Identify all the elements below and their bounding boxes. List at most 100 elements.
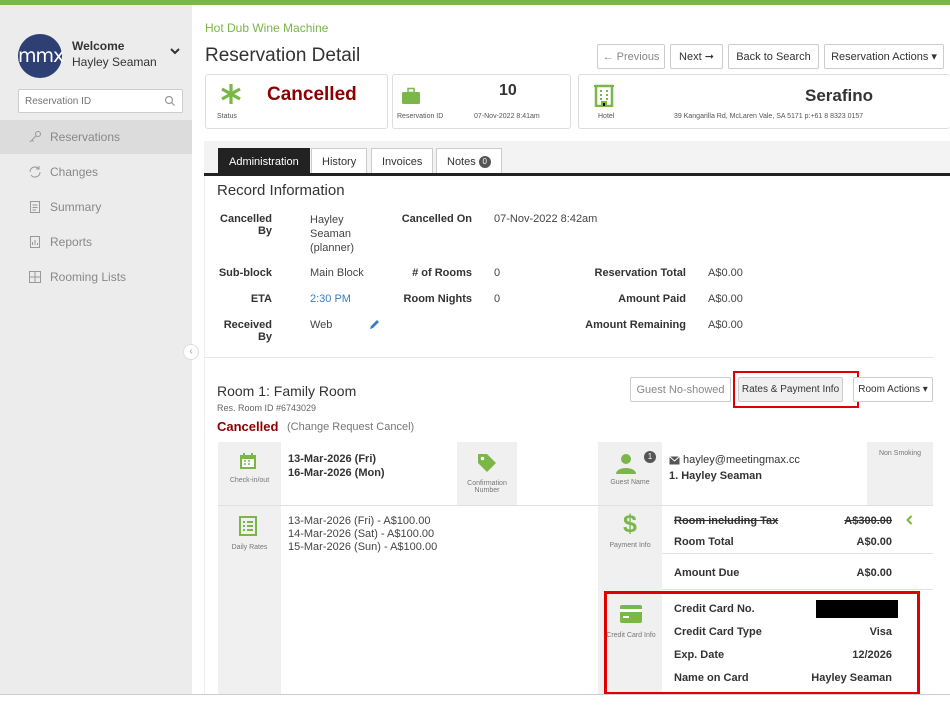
room-actions-button[interactable]: Room Actions ▾: [853, 377, 933, 402]
welcome-label: Welcome: [72, 39, 125, 53]
room-nights-label: Room Nights: [403, 293, 472, 305]
tab-label: Administration: [229, 155, 299, 168]
check-out-date: 16-Mar-2026 (Mon): [288, 467, 385, 479]
sidebar-item-summary[interactable]: Summary: [0, 190, 192, 224]
divider: [204, 357, 934, 358]
room-incl-tax-value: A$300.00: [844, 515, 892, 527]
key-icon: [29, 131, 41, 143]
amount-paid-value: A$0.00: [708, 293, 743, 305]
record-information-title: Record Information: [217, 182, 345, 199]
amount-paid-label: Amount Paid: [618, 293, 686, 305]
hotel-card: Hotel Serafino 39 Kangarilla Rd, McLaren…: [578, 74, 950, 129]
sub-block-value: Main Block: [310, 267, 364, 279]
app-name[interactable]: Hot Dub Wine Machine: [205, 21, 328, 35]
highlight-rates-button: [733, 371, 859, 408]
daily-rate-line: 13-Mar-2026 (Fri) - A$100.00: [288, 515, 431, 527]
received-by-label: Received By: [223, 319, 272, 343]
row-divider: [218, 505, 933, 506]
tab-history[interactable]: History: [311, 148, 368, 174]
room-incl-tax-label: Room including Tax: [674, 515, 779, 527]
tab-invoices[interactable]: Invoices: [371, 148, 434, 174]
refresh-icon: [29, 166, 41, 178]
sidebar-item-label: Changes: [50, 165, 99, 179]
envelope-icon: [669, 456, 680, 465]
notes-count-badge: 0: [478, 155, 491, 168]
sidebar-item-label: Reports: [50, 235, 93, 249]
cancelled-on-value: 07-Nov-2022 8:42am: [494, 213, 598, 225]
back-to-search-button[interactable]: Back to Search: [728, 44, 819, 69]
document-icon: [30, 201, 40, 213]
previous-button[interactable]: ← Previous: [597, 44, 665, 69]
confirmation-caption: Confirmation Number: [467, 480, 507, 494]
eta-label: ETA: [250, 293, 272, 305]
smoking-preference: Non Smoking: [878, 450, 922, 457]
sidebar-item-label: Reservations: [50, 130, 121, 144]
guest-no-showed-button[interactable]: Guest No-showed: [630, 377, 731, 402]
next-button[interactable]: Next ➞: [670, 44, 723, 69]
asterisk-icon: [221, 84, 241, 104]
sidebar-item-changes[interactable]: Changes: [0, 155, 192, 189]
sidebar-item-reservations[interactable]: Reservations: [0, 120, 192, 154]
guest-email[interactable]: hayley@meetingmax.cc: [683, 454, 800, 466]
cancelled-by-label: Cancelled By: [220, 213, 272, 237]
amount-due-label: Amount Due: [674, 567, 740, 579]
highlight-credit-card-info: [604, 591, 920, 695]
res-room-id: Res. Room ID #6743029: [217, 403, 317, 413]
status-card: Status Cancelled: [205, 74, 388, 129]
sidebar-item-reports[interactable]: Reports: [0, 225, 192, 259]
reservation-total-label: Reservation Total: [594, 267, 687, 279]
bottom-edge: [0, 694, 950, 705]
room-nights-value: 0: [494, 293, 501, 305]
room-title: Room 1: Family Room: [217, 383, 357, 399]
room-status-note: (Change Request Cancel): [287, 421, 415, 433]
tab-administration[interactable]: Administration: [218, 148, 310, 174]
chevron-down-icon[interactable]: [168, 44, 182, 58]
payment-info-caption: Payment Info: [609, 542, 651, 549]
sub-block-label: Sub-block: [218, 267, 272, 279]
amount-due-value: A$0.00: [856, 567, 892, 579]
building-icon: [594, 84, 614, 107]
tab-notes[interactable]: Notes 0: [436, 148, 502, 174]
calendar-icon: [240, 453, 256, 469]
daily-rate-line: 15-Mar-2026 (Sun) - A$100.00: [288, 541, 438, 553]
reservation-id-input[interactable]: [19, 90, 149, 112]
row-divider: [662, 553, 933, 554]
status-caption: Status: [217, 113, 237, 120]
rooming-list-icon: [29, 271, 41, 283]
tab-label: Notes: [447, 155, 476, 168]
guest-name-caption: Guest Name: [610, 479, 650, 486]
search-icon[interactable]: [164, 95, 176, 107]
list-icon: [239, 516, 257, 536]
chevron-left-icon[interactable]: [905, 515, 914, 525]
reservation-actions-button[interactable]: Reservation Actions ▾: [824, 44, 944, 69]
reservation-search: [18, 89, 183, 113]
status-value: Cancelled: [267, 84, 357, 105]
room-status: Cancelled: [217, 419, 279, 434]
briefcase-icon: [402, 87, 420, 104]
report-icon: [30, 236, 40, 248]
sidebar-item-label: Summary: [50, 200, 102, 214]
eta-value[interactable]: 2:30 PM: [310, 293, 351, 305]
avatar[interactable]: mmx: [18, 34, 64, 78]
check-in-caption: Check-in/out: [229, 477, 270, 484]
page-title: Reservation Detail: [205, 45, 361, 66]
user-icon: [616, 454, 636, 474]
guest-name: 1. Hayley Seaman: [669, 470, 762, 482]
guest-count-badge: 1: [644, 451, 656, 463]
rooms-label: # of Rooms: [412, 267, 472, 279]
rooms-value: 0: [494, 267, 501, 279]
user-name: Hayley Seaman: [72, 55, 157, 69]
check-in-date: 13-Mar-2026 (Fri): [288, 453, 377, 465]
pencil-icon[interactable]: [369, 319, 380, 330]
daily-rates-caption: Daily Rates: [231, 544, 268, 551]
sidebar: mmx Welcome Hayley Seaman Reservations C…: [0, 5, 199, 695]
row-divider: [662, 589, 933, 590]
tab-label: History: [322, 155, 357, 168]
main-content: Hot Dub Wine Machine Reservation Detail …: [192, 5, 950, 695]
reservation-date: 07-Nov-2022 8:41am: [474, 113, 540, 120]
hotel-name[interactable]: Serafino: [739, 86, 939, 106]
sidebar-item-rooming-lists[interactable]: Rooming Lists: [0, 260, 192, 294]
daily-rate-line: 14-Mar-2026 (Sat) - A$100.00: [288, 528, 435, 540]
reservation-total-value: A$0.00: [708, 267, 743, 279]
hotel-address: 39 Kangarilla Rd, McLaren Vale, SA 5171 …: [674, 113, 864, 120]
